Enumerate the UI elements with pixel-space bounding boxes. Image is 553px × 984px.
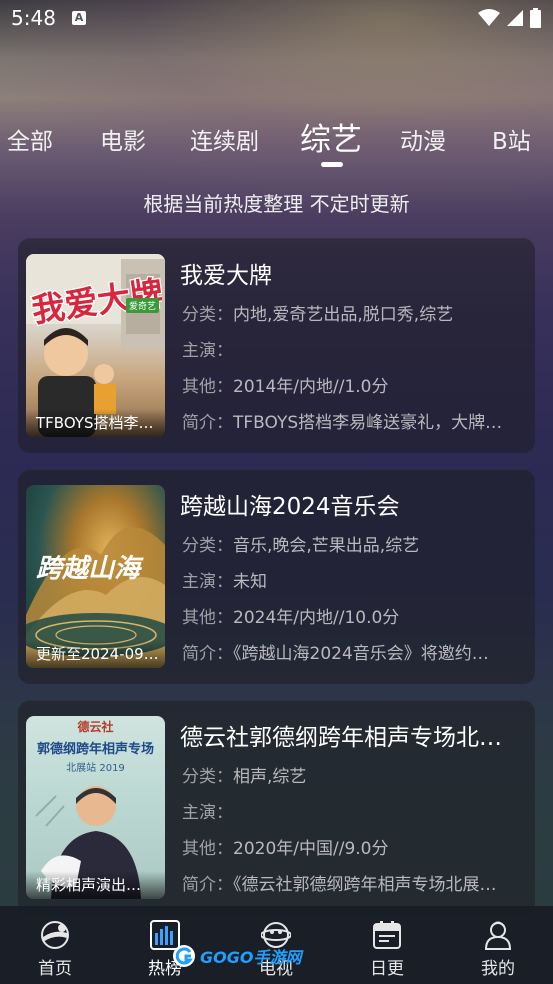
status-time: 5:48 (11, 6, 56, 30)
show-category: 分类：相声,综艺 (182, 767, 307, 787)
show-other: 其他：2024年/内地//10.0分 (182, 608, 400, 628)
show-title[interactable]: 德云社郭德纲跨年相声专场北… (180, 718, 520, 752)
watermark-text: GOGO手游网 (200, 948, 302, 967)
show-category: 分类：内地,爱奇艺出品,脱口秀,综艺 (182, 305, 454, 325)
calendar-icon (373, 921, 401, 949)
poster-caption: 更新至2024-09… (26, 640, 165, 668)
show-cast: 主演：未知 (182, 572, 267, 592)
show-poster[interactable]: 德云社 郭德纲跨年相声专场 北展站 2019 精彩相声演出… (26, 716, 165, 899)
poster-title-text: 郭德纲跨年相声专场 (36, 742, 154, 757)
svg-text:跨越山海: 跨越山海 (36, 554, 144, 584)
show-poster[interactable]: 我爱大牌 爱奇艺 TFBOYS搭档李… (26, 254, 165, 437)
show-cast: 主演： (182, 341, 233, 361)
home-planet-icon (41, 921, 69, 949)
nav-home[interactable]: 首页 (20, 920, 90, 979)
nav-profile[interactable]: 我的 (463, 920, 533, 979)
poster-logo: 爱奇艺 (125, 298, 159, 313)
notification-icon: A (72, 11, 86, 25)
show-intro: 简介：《跨越山海2024音乐会》将邀约… (182, 644, 489, 664)
show-intro: 简介：TFBOYS搭档李易峰送豪礼，大牌… (182, 413, 503, 433)
show-card[interactable]: 跨越山海 更新至2024-09… 跨越山海2024音乐会 分类：音乐,晚会,芒果… (18, 469, 535, 684)
show-poster[interactable]: 跨越山海 更新至2024-09… (26, 485, 165, 668)
battery-icon (530, 8, 541, 28)
watermark-logo-icon (173, 945, 195, 967)
poster-caption: TFBOYS搭档李… (26, 409, 165, 437)
signal-icon (507, 10, 523, 26)
nav-daily-label: 日更 (370, 959, 404, 979)
wifi-icon (478, 9, 500, 26)
status-bar: 5:48 A (0, 0, 553, 38)
show-card[interactable]: 德云社 郭德纲跨年相声专场 北展站 2019 精彩相声演出… 德云社郭德纲跨年相… (18, 700, 535, 915)
poster-sub-text: 北展站 2019 (66, 763, 125, 774)
poster-caption: 精彩相声演出… (26, 871, 165, 899)
status-icons (478, 8, 541, 28)
show-card[interactable]: 我爱大牌 爱奇艺 TFBOYS搭档李… 我爱大牌 分类：内地,爱奇艺出品,脱口秀… (18, 238, 535, 453)
active-tab-indicator (321, 162, 343, 167)
tab-bilibili[interactable]: B站 (492, 122, 531, 156)
watermark: GOGO手游网 (172, 944, 301, 968)
poster-title-art: 跨越山海 (36, 554, 144, 584)
tab-movies[interactable]: 电影 (100, 122, 146, 156)
nav-daily[interactable]: 日更 (352, 920, 422, 979)
show-cast: 主演： (182, 803, 233, 823)
show-intro: 简介：《德云社郭德纲跨年相声专场北展… (182, 875, 497, 895)
show-title[interactable]: 跨越山海2024音乐会 (180, 487, 520, 521)
category-tabs: 全部 电影 连续剧 综艺 动漫 B站 (0, 112, 553, 172)
tab-all[interactable]: 全部 (7, 122, 53, 156)
tab-series[interactable]: 连续剧 (190, 122, 259, 156)
show-title[interactable]: 我爱大牌 (180, 256, 520, 290)
poster-top-text: 德云社 (77, 720, 114, 734)
ranking-subtitle: 根据当前热度整理 不定时更新 (143, 192, 410, 216)
tab-variety[interactable]: 综艺 (300, 114, 362, 159)
show-category: 分类：音乐,晚会,芒果出品,综艺 (182, 536, 420, 556)
nav-home-label: 首页 (38, 959, 72, 979)
nav-profile-label: 我的 (481, 959, 515, 979)
show-other: 其他：2020年/中国//9.0分 (182, 839, 389, 859)
show-other: 其他：2014年/内地//1.0分 (182, 377, 389, 397)
profile-icon (484, 921, 512, 950)
tab-anime[interactable]: 动漫 (400, 122, 446, 156)
